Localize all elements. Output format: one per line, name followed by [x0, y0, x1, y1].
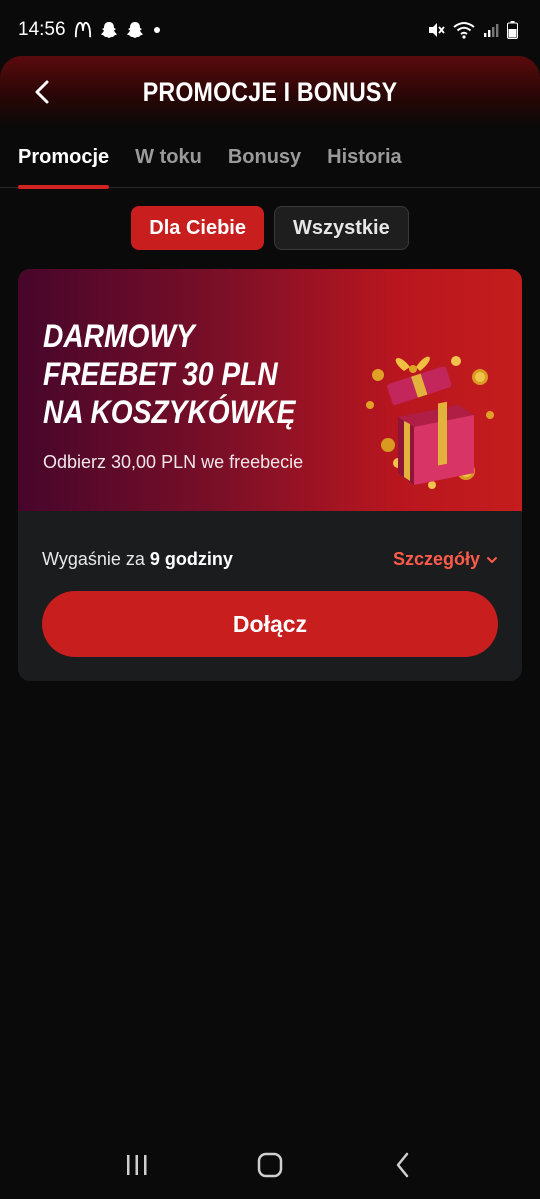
expiry-text: Wygaśnie za 9 godziny [42, 549, 233, 570]
tab-bonusy[interactable]: Bonusy [228, 140, 301, 188]
details-toggle[interactable]: Szczegóły [393, 549, 498, 570]
expiry-row: Wygaśnie za 9 godziny Szczegóły [42, 549, 498, 570]
wifi-icon [453, 22, 475, 39]
page-title: PROMOCJE I BONUSY [142, 76, 398, 107]
system-nav-bar [0, 1130, 540, 1199]
system-back-button[interactable] [383, 1145, 423, 1185]
status-time: 14:56 [18, 19, 66, 40]
filter-dla-ciebie[interactable]: Dla Ciebie [131, 206, 264, 250]
snapchat-icon [100, 22, 117, 38]
promo-card: DARMOWY FREEBET 30 PLN NA KOSZYKÓWKĘ Odb… [18, 269, 522, 681]
dot-icon [153, 27, 160, 33]
tab-bar: Promocje W toku Bonusy Historia [0, 140, 540, 189]
back-button[interactable] [26, 74, 58, 110]
snapchat-icon [126, 22, 143, 38]
promo-subtitle: Odbierz 30,00 PLN we freebecie [43, 452, 304, 472]
mcdonalds-icon [74, 21, 91, 38]
recent-apps-button[interactable] [117, 1145, 157, 1185]
chevron-left-icon [35, 80, 49, 104]
expiry-prefix: Wygaśnie za [42, 549, 145, 569]
gift-box-coins-icon [366, 356, 494, 489]
filter-chips: Dla Ciebie Wszystkie [0, 206, 540, 250]
filter-wszystkie[interactable]: Wszystkie [273, 206, 409, 250]
details-label: Szczegóły [392, 549, 480, 569]
back-icon [397, 1152, 409, 1177]
chevron-down-icon [487, 556, 497, 563]
battery-icon [507, 21, 518, 39]
join-button[interactable]: Dołącz [42, 591, 498, 657]
tab-promocje[interactable]: Promocje [18, 140, 110, 189]
signal-icon [484, 24, 499, 37]
promo-banner[interactable]: DARMOWY FREEBET 30 PLN NA KOSZYKÓWKĘ Odb… [18, 269, 522, 511]
home-button[interactable] [250, 1145, 290, 1185]
expiry-value: 9 godziny [149, 549, 233, 569]
app-header: PROMOCJE I BONUSY [0, 56, 540, 128]
mute-icon [429, 23, 445, 37]
promo-title: DARMOWY FREEBET 30 PLN NA KOSZYKÓWKĘ [43, 318, 296, 430]
tab-w-toku[interactable]: W toku [135, 140, 202, 188]
home-icon [257, 1152, 283, 1177]
status-bar: 14:56 [0, 0, 540, 60]
recent-apps-icon [126, 1154, 147, 1175]
tab-historia[interactable]: Historia [327, 140, 401, 188]
